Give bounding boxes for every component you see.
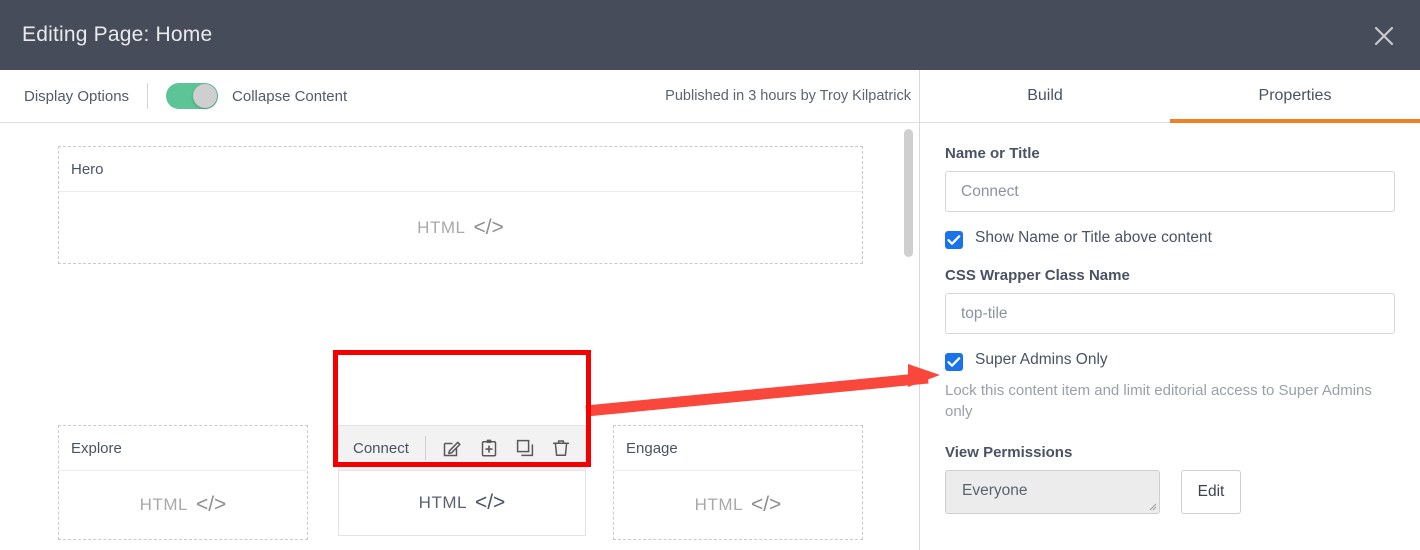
html-label: HTML [694,495,743,514]
canvas-scrollbar[interactable] [903,123,915,550]
tile-header: Explore [59,426,307,471]
css-wrapper-label: CSS Wrapper Class Name [945,267,1130,284]
tile-body: HTML </> [59,192,862,263]
super-admins-checkbox-row[interactable]: Super Admins Only [945,351,1395,371]
editor-toolbar: Display Options Collapse Content Publish… [0,70,919,123]
window-titlebar: Editing Page: Home [0,0,1420,70]
editor-pane: Display Options Collapse Content Publish… [0,70,920,550]
tile-title: Hero [71,160,104,178]
super-admins-checkbox-label: Super Admins Only [975,351,1108,368]
tab-build[interactable]: Build [920,70,1170,122]
html-label: HTML [417,217,466,237]
edit-permissions-button[interactable]: Edit [1181,470,1241,514]
clipboard-plus-icon[interactable] [476,435,501,461]
html-code-icon: </> [474,491,506,514]
content-tile-engage[interactable]: Engage HTML </> [613,425,863,540]
toggle-knob [193,84,218,108]
view-permissions-row: Everyone Edit [945,470,1395,514]
name-or-title-label: Name or Title [945,145,1040,162]
html-label: HTML [139,495,188,514]
resize-grip-icon[interactable] [1147,501,1157,511]
super-admins-help-text: Lock this content item and limit editori… [945,382,1372,420]
html-code-icon: </> [195,493,227,516]
content-tile-connect[interactable]: Connect HTML </> [338,425,586,536]
tile-body: HTML </> [59,471,307,539]
collapse-content-toggle[interactable] [166,83,219,109]
trash-icon[interactable] [549,435,574,461]
tile-header: Hero [59,147,862,192]
toolbar-divider [147,83,149,109]
content-tile-explore[interactable]: Explore HTML </> [58,425,308,540]
properties-form: Name or Title Show Name or Title above c… [920,123,1420,514]
tile-body: HTML </> [614,471,862,539]
properties-pane: Build Properties Name or Title Show Name… [920,70,1420,550]
tile-body: HTML </> [339,471,585,535]
show-title-checkbox-label: Show Name or Title above content [975,229,1212,246]
html-code-icon: </> [473,215,504,239]
page-title: Editing Page: Home [22,23,213,46]
view-permissions-label: View Permissions [945,444,1073,461]
html-code-icon: </> [750,493,782,516]
tile-header: Engage [614,426,862,471]
collapse-content-label: Collapse Content [232,87,348,105]
published-status: Published in 3 hours by Troy Kilpatrick [665,88,911,104]
tile-toolbar-divider [424,436,426,460]
copy-icon[interactable] [512,435,537,461]
name-or-title-input[interactable] [945,171,1395,212]
tab-properties[interactable]: Properties [1170,70,1420,123]
page-editor-window: Editing Page: Home Display Options Colla… [0,0,1420,550]
view-permissions-value[interactable]: Everyone [945,470,1160,514]
properties-tabs: Build Properties [920,70,1420,123]
page-canvas: Hero HTML </> Explore HTML </> Connect H… [0,123,919,550]
tile-title: Explore [71,439,122,457]
edit-icon[interactable] [440,435,465,461]
show-title-checkbox[interactable] [945,231,963,249]
display-options-label: Display Options [24,87,130,105]
content-tile-hero[interactable]: Hero HTML </> [58,146,863,264]
css-wrapper-input[interactable] [945,293,1395,334]
tile-header-selected: Connect [339,426,585,471]
html-label: HTML [418,493,467,512]
scrollbar-thumb[interactable] [904,129,913,257]
show-title-checkbox-row[interactable]: Show Name or Title above content [945,229,1395,249]
super-admins-checkbox[interactable] [945,353,963,371]
tile-title: Connect [353,439,409,457]
close-icon[interactable] [1366,18,1402,54]
view-permissions-text: Everyone [962,482,1028,499]
tile-title: Engage [626,439,678,457]
